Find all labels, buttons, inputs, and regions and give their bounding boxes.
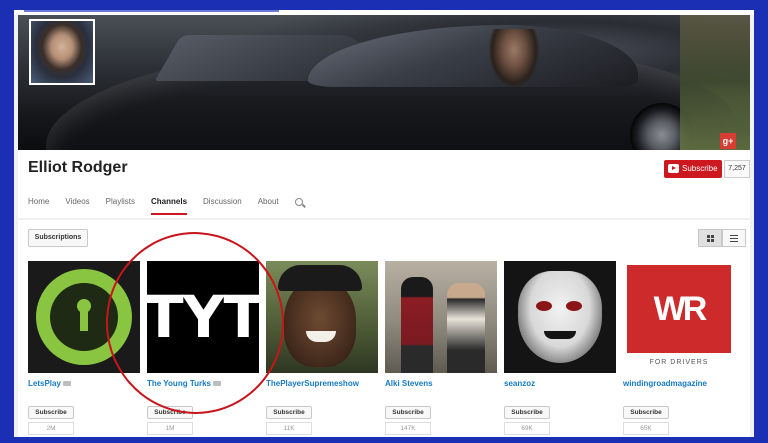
top-line (24, 10, 279, 12)
tab-playlists[interactable]: Playlists (106, 194, 135, 218)
list-view-button[interactable] (722, 229, 746, 247)
channel-card: LetsPlay Subscribe 2M (28, 261, 140, 435)
banner-foliage (680, 15, 750, 150)
channel-tabs: Home Videos Playlists Channels Discussio… (28, 194, 303, 218)
subscriber-count: 11K (266, 422, 312, 435)
subscribe-button[interactable]: Subscribe (623, 406, 669, 419)
wr-logo-subtext: FOR DRIVERS (627, 355, 731, 371)
tab-about[interactable]: About (258, 194, 279, 218)
subscribe-button[interactable]: Subscribe (266, 406, 312, 419)
channel-thumbnail[interactable]: WR FOR DRIVERS (623, 261, 735, 373)
wr-logo: WR (627, 265, 731, 353)
verified-icon (62, 381, 71, 387)
search-icon[interactable] (294, 198, 303, 206)
channel-name: LetsPlay (28, 379, 61, 388)
channels-content: Subscriptions LetsPlay Subscribe 2M TYT … (18, 220, 750, 437)
channel-name-link[interactable]: LetsPlay (28, 379, 140, 391)
tab-home[interactable]: Home (28, 194, 49, 218)
jester-mask-icon (518, 271, 602, 363)
channel-header: Elliot Rodger Subscribe 7,257 Home Video… (18, 150, 750, 218)
channel-avatar[interactable] (29, 19, 95, 85)
subscriber-count: 2M (28, 422, 74, 435)
channel-thumbnail[interactable] (504, 261, 616, 373)
tab-videos[interactable]: Videos (65, 194, 89, 218)
tab-channels[interactable]: Channels (151, 194, 188, 218)
channel-card: Alki Stevens Subscribe 147K (385, 261, 497, 435)
channel-card: TYT The Young Turks Subscribe 1M (147, 261, 259, 435)
mask-eye (566, 301, 582, 311)
channel-thumbnail[interactable]: TYT (147, 261, 259, 373)
channel-title[interactable]: Elliot Rodger (28, 159, 128, 177)
channel-name-link[interactable]: windingroadmagazine (623, 379, 735, 391)
channel-name-link[interactable]: seanzoz (504, 379, 616, 391)
gplus-icon[interactable]: g+ (720, 133, 736, 149)
thumbnail-person (447, 283, 485, 373)
subscriber-count: 69K (504, 422, 550, 435)
list-icon (730, 234, 738, 242)
channel-card: seanzoz Subscribe 69K (504, 261, 616, 435)
subscribe-label: Subscribe (682, 164, 718, 173)
subscribe-button[interactable]: Subscribe (147, 406, 193, 419)
mask-mouth (544, 331, 576, 339)
subscriptions-dropdown[interactable]: Subscriptions (28, 229, 88, 247)
channel-name: The Young Turks (147, 379, 212, 388)
tyt-logo-text: TYT (147, 283, 259, 351)
thumbnail-cap (278, 265, 362, 291)
subscriber-count: 7,257 (724, 160, 750, 178)
subscriber-count: 1M (147, 422, 193, 435)
youtube-play-icon (668, 164, 679, 173)
channel-card: WR FOR DRIVERS windingroadmagazine Subsc… (623, 261, 735, 435)
channel-banner: g+ (18, 15, 750, 150)
banner-driver (488, 29, 540, 89)
subscribe-button[interactable]: Subscribe (664, 160, 722, 178)
wr-logo-text: WR (653, 289, 708, 328)
subscribe-button[interactable]: Subscribe (385, 406, 431, 419)
channel-thumbnail[interactable] (266, 261, 378, 373)
channel-thumbnail[interactable] (28, 261, 140, 373)
subscribe-button[interactable]: Subscribe (28, 406, 74, 419)
browser-frame: g+ Elliot Rodger Subscribe 7,257 Home Vi… (14, 10, 754, 437)
tab-discussion[interactable]: Discussion (203, 194, 242, 218)
channel-name-link[interactable]: ThePlayerSupremeshow (266, 379, 378, 391)
view-toggle (698, 229, 746, 247)
channel-name-link[interactable]: Alki Stevens (385, 379, 497, 391)
subscribe-button[interactable]: Subscribe (504, 406, 550, 419)
channel-thumbnail[interactable] (385, 261, 497, 373)
thumbnail-person (401, 277, 433, 373)
mask-eye (536, 301, 552, 311)
subscriber-count: 65K (623, 422, 669, 435)
grid-icon (706, 234, 714, 242)
thumbnail-face (284, 279, 356, 367)
grid-view-button[interactable] (698, 229, 722, 247)
subscriber-count: 147K (385, 422, 431, 435)
channel-card: ThePlayerSupremeshow Subscribe 11K (266, 261, 378, 435)
banner-car-window (308, 25, 638, 87)
verified-icon (213, 381, 222, 387)
channel-name-link[interactable]: The Young Turks (147, 379, 259, 391)
keyhole-stem (80, 309, 88, 331)
